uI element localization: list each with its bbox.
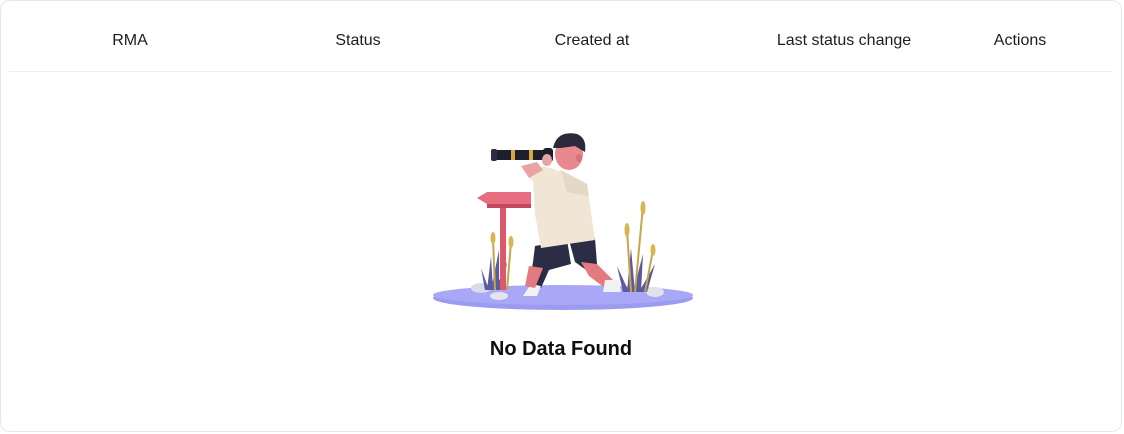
column-header-rma[interactable]: RMA xyxy=(112,1,148,71)
rma-table-card: RMA Status Created at Last status change… xyxy=(0,0,1122,432)
column-header-actions: Actions xyxy=(993,32,1047,49)
person-with-telescope-illustration xyxy=(433,133,693,310)
empty-state: No Data Found xyxy=(1,72,1121,432)
column-header-status[interactable]: Status xyxy=(335,1,380,71)
table-header: RMA Status Created at Last status change… xyxy=(9,1,1113,72)
column-header-created-at[interactable]: Created at xyxy=(555,1,630,71)
column-header-last-status-change[interactable]: Last status change xyxy=(777,1,911,71)
no-data-message: No Data Found xyxy=(489,338,633,360)
